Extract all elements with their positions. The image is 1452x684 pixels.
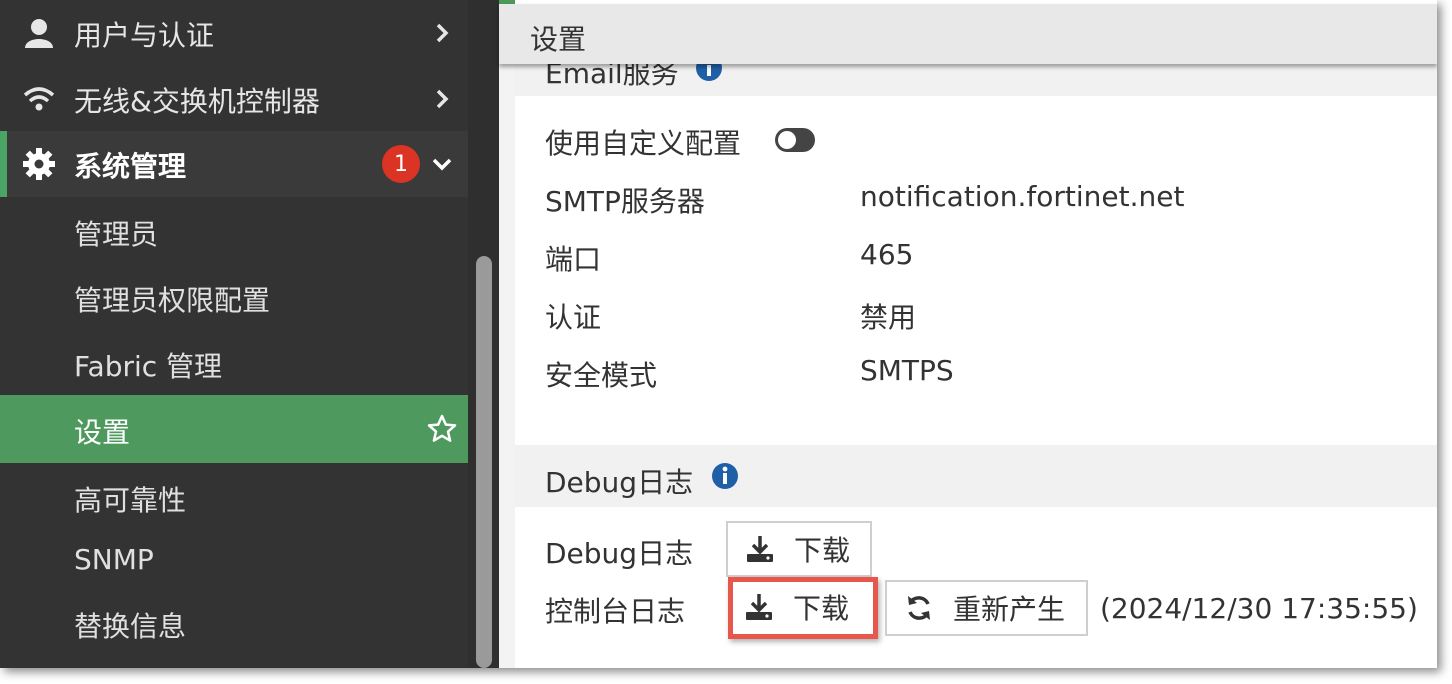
sidebar-item-admin-profiles[interactable]: 管理员权限配置 [0,263,468,329]
sidebar-item-replacement-messages[interactable]: 替换信息 [0,591,468,657]
sidebar-item-label: 无线&交换机控制器 [74,85,320,118]
sidebar-item-wireless-switch[interactable]: 无线&交换机控制器 [0,66,468,132]
sidebar-item-admins[interactable]: 管理员 [0,197,468,263]
notification-badge: 1 [382,145,420,183]
main-content: Email服务 使用自定义配置 SMTP服务器 notification.for… [499,0,1437,668]
smtp-server-label: SMTP服务器 [545,185,705,218]
user-icon [22,16,56,50]
sidebar-item-snmp[interactable]: SNMP [0,529,468,591]
settings-panel: Email服务 使用自定义配置 SMTP服务器 notification.for… [515,0,1437,668]
port-label: 端口 [545,243,602,276]
debug-log-label: Debug日志 [545,537,694,570]
section-title: Debug日志 [545,466,694,499]
port-value: 465 [860,238,914,271]
sidebar-scrollbar-thumb[interactable] [476,256,492,668]
chevron-down-icon [432,158,452,171]
debug-log-download-button[interactable]: 下载 [726,521,872,577]
page-header: 设置 [499,4,1437,64]
sidebar-item-label: Fabric 管理 [74,350,223,383]
page-title: 设置 [530,23,587,56]
log-timestamp: (2024/12/30 17:35:55) [1100,592,1418,625]
regenerate-button[interactable]: 重新产生 [885,580,1088,636]
sidebar-item-high-availability[interactable]: 高可靠性 [0,463,468,529]
sidebar-item-fabric-management[interactable]: Fabric 管理 [0,329,468,395]
sidebar-item-settings[interactable]: 设置 [0,395,468,463]
download-icon [747,536,773,562]
custom-config-label: 使用自定义配置 [545,127,742,160]
refresh-icon [908,596,930,620]
sidebar-item-system[interactable]: 系统管理 1 [0,131,468,197]
sidebar-item-label: SNMP [74,543,154,576]
debug-section-header: Debug日志 [515,445,1437,507]
sidebar-item-label: 系统管理 [74,150,187,183]
sidebar-item-label: 设置 [74,416,131,449]
auth-value: 禁用 [860,301,917,334]
smtp-server-value: notification.fortinet.net [860,180,1185,213]
toggle-knob [778,131,796,149]
wifi-icon [22,82,56,116]
chevron-right-icon [436,89,449,109]
button-label: 重新产生 [953,593,1066,626]
auth-label: 认证 [545,301,602,334]
chevron-right-icon [436,23,449,43]
security-mode-label: 安全模式 [545,359,658,392]
sidebar-item-label: 管理员权限配置 [74,284,271,317]
gear-icon [22,147,56,181]
security-mode-value: SMTPS [860,354,954,387]
custom-config-toggle[interactable] [775,128,815,152]
sidebar-item-users-auth[interactable]: 用户与认证 [0,0,468,66]
sidebar: 用户与认证 无线&交换机控制器 系统管理 1 管理员 管理员权限配置 Fabri… [0,0,499,668]
sidebar-item-label: 用户与认证 [74,19,215,52]
button-label: 下载 [794,534,851,567]
highlight-box [728,577,878,639]
console-log-label: 控制台日志 [545,595,686,628]
sidebar-item-label: 高可靠性 [74,484,187,517]
sidebar-item-label: 管理员 [74,218,159,251]
info-icon[interactable] [711,462,739,490]
star-icon[interactable] [426,413,458,445]
app-window: 用户与认证 无线&交换机控制器 系统管理 1 管理员 管理员权限配置 Fabri… [0,0,1437,668]
sidebar-item-label: 替换信息 [74,610,187,643]
